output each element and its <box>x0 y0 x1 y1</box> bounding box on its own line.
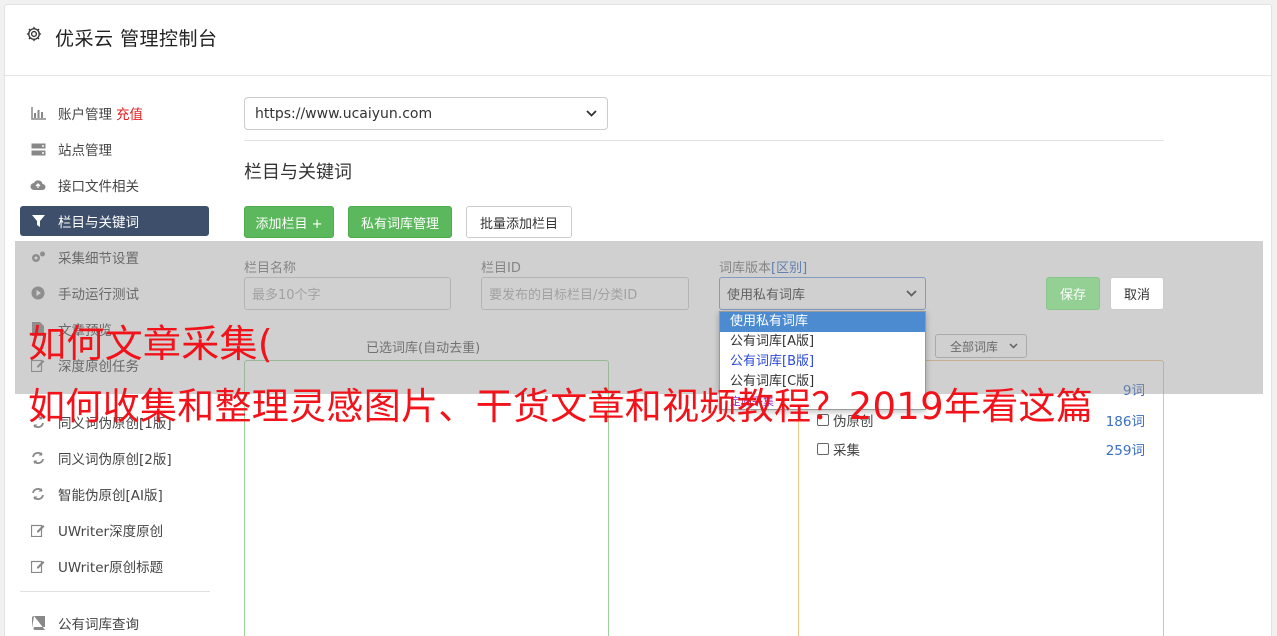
batch-add-button[interactable]: 批量添加栏目 <box>466 206 572 238</box>
sidebar-item-ai[interactable]: 智能伪原创[AI版] <box>20 479 209 509</box>
column-id-label: 栏目ID <box>481 261 521 276</box>
column-name-input[interactable]: 最多10个字 <box>244 277 451 310</box>
sidebar-item-uwriter-deep[interactable]: UWriter深度原创 <box>20 515 209 545</box>
lib-version-label: 词库版本[区别] <box>719 257 807 276</box>
sidebar-item-label: 公有词库查询 <box>58 617 139 633</box>
sidebar-item-label: UWriter深度原创 <box>58 524 164 540</box>
column-id-input[interactable]: 要发布的目标栏目/分类ID <box>481 277 689 310</box>
library-checkbox[interactable] <box>817 414 829 426</box>
sidebar-item-label: 同义词伪原创[1版] <box>58 416 172 432</box>
site-select[interactable]: https://www.ucaiyun.com <box>244 97 608 130</box>
dropdown-option[interactable]: 公有词库[B版] <box>720 352 925 372</box>
sidebar-item-synonym-v2[interactable]: 同义词伪原创[2版] <box>20 443 209 473</box>
dropdown-option[interactable]: 使用私有词库 <box>720 312 925 332</box>
gear-icon <box>26 26 42 42</box>
sidebar-item-synonym-v1[interactable]: 同义词伪原创[1版] <box>20 407 209 437</box>
refresh-icon <box>30 486 46 502</box>
server-icon <box>30 141 46 157</box>
refresh-icon <box>30 414 46 430</box>
column-id-placeholder: 要发布的目标栏目/分类ID <box>489 288 638 303</box>
selected-libraries-label: 已选词库(自动去重) <box>366 341 481 356</box>
play-circle-icon <box>30 285 46 301</box>
sidebar-item-label: 接口文件相关 <box>58 179 139 195</box>
sidebar-item-sites[interactable]: 站点管理 <box>20 134 209 164</box>
library-count: 186词 <box>1105 414 1145 430</box>
lib-version-dropdown[interactable]: 使用私有词库 公有词库[A版] 公有词库[B版] 公有词库[C版] 定向采集 <box>719 311 926 410</box>
column-name-label: 栏目名称 <box>244 261 297 276</box>
dropdown-option[interactable]: 公有词库[A版] <box>720 332 925 352</box>
sidebar-item-preview[interactable]: 文章预览 <box>20 314 209 344</box>
filter-icon <box>30 213 46 229</box>
sidebar-item-public-lib[interactable]: 公有词库查询 <box>20 608 209 636</box>
edit-icon <box>30 522 46 538</box>
sidebar-item-label: 智能伪原创[AI版] <box>58 488 163 504</box>
dropdown-option[interactable]: 公有词库[C版] <box>720 372 925 392</box>
sidebar-item-uwriter-title[interactable]: UWriter原创标题 <box>20 551 209 581</box>
sidebar-item-label: UWriter原创标题 <box>58 560 164 576</box>
library-label: 伪原创 <box>833 414 874 430</box>
library-row-pseudo-original[interactable]: 伪原创 <box>817 410 874 430</box>
console-header: 优采云 管理控制台 <box>5 5 1271 76</box>
library-checkbox[interactable] <box>817 443 829 455</box>
section-title: 栏目与关键词 <box>244 162 352 183</box>
recharge-link[interactable]: 充值 <box>116 103 143 123</box>
sidebar-item-label: 账户管理 <box>58 107 112 123</box>
divider <box>244 140 1164 141</box>
sidebar-item-label: 文章预览 <box>58 323 112 339</box>
column-name-placeholder: 最多10个字 <box>252 288 321 303</box>
add-column-button[interactable]: 添加栏目 + <box>244 206 334 238</box>
difference-link[interactable]: [区别] <box>771 261 807 276</box>
lib-version-select[interactable]: 使用私有词库 <box>719 277 926 310</box>
selected-libraries-box[interactable] <box>244 360 609 636</box>
sidebar-item-label: 站点管理 <box>58 143 112 159</box>
site-select-value: https://www.ucaiyun.com <box>255 105 433 122</box>
sidebar-item-label: 手动运行测试 <box>58 287 139 303</box>
library-filter-value: 全部词库 <box>950 339 999 354</box>
library-label: 采集 <box>833 443 860 459</box>
sidebar-item-collect-settings[interactable]: 采集细节设置 <box>20 242 209 272</box>
book-icon <box>30 615 46 631</box>
sidebar-item-label: 栏目与关键词 <box>58 215 139 231</box>
file-icon <box>30 321 46 337</box>
lib-version-label-text: 词库版本 <box>719 261 772 276</box>
library-count: 9词 <box>1122 383 1145 399</box>
private-library-button[interactable]: 私有词库管理 <box>348 206 452 238</box>
console-title: 优采云 管理控制台 <box>55 28 218 50</box>
chevron-down-icon <box>906 290 917 297</box>
refresh-icon <box>30 450 46 466</box>
sidebar-item-label: 采集细节设置 <box>58 251 139 267</box>
sidebar-item-columns[interactable]: 栏目与关键词 <box>20 206 209 236</box>
dropdown-option[interactable]: 定向采集 <box>720 392 925 409</box>
edit-icon <box>30 357 46 373</box>
sidebar-item-manual-run[interactable]: 手动运行测试 <box>20 278 209 308</box>
chevron-down-icon <box>586 110 597 117</box>
lib-version-value: 使用私有词库 <box>727 288 806 303</box>
sidebar-item-label: 深度原创任务 <box>58 359 139 375</box>
sidebar-item-label: 同义词伪原创[2版] <box>58 452 172 468</box>
sidebar-item-account[interactable]: 账户管理 充值 <box>20 98 209 128</box>
sidebar-divider <box>20 591 210 592</box>
cloud-upload-icon <box>30 177 46 193</box>
bar-chart-icon <box>30 105 46 121</box>
sidebar-item-interface[interactable]: 接口文件相关 <box>20 170 209 200</box>
cogs-icon <box>30 249 46 265</box>
chevron-down-icon <box>1009 343 1018 349</box>
cancel-button[interactable]: 取消 <box>1110 277 1164 310</box>
library-row-collect[interactable]: 采集 <box>817 439 860 459</box>
save-button[interactable]: 保存 <box>1046 277 1100 310</box>
sidebar-item-deep-task[interactable]: 深度原创任务 <box>20 350 209 380</box>
edit-icon <box>30 558 46 574</box>
library-count: 259词 <box>1105 443 1145 459</box>
library-filter-select[interactable]: 全部词库 <box>935 334 1027 358</box>
